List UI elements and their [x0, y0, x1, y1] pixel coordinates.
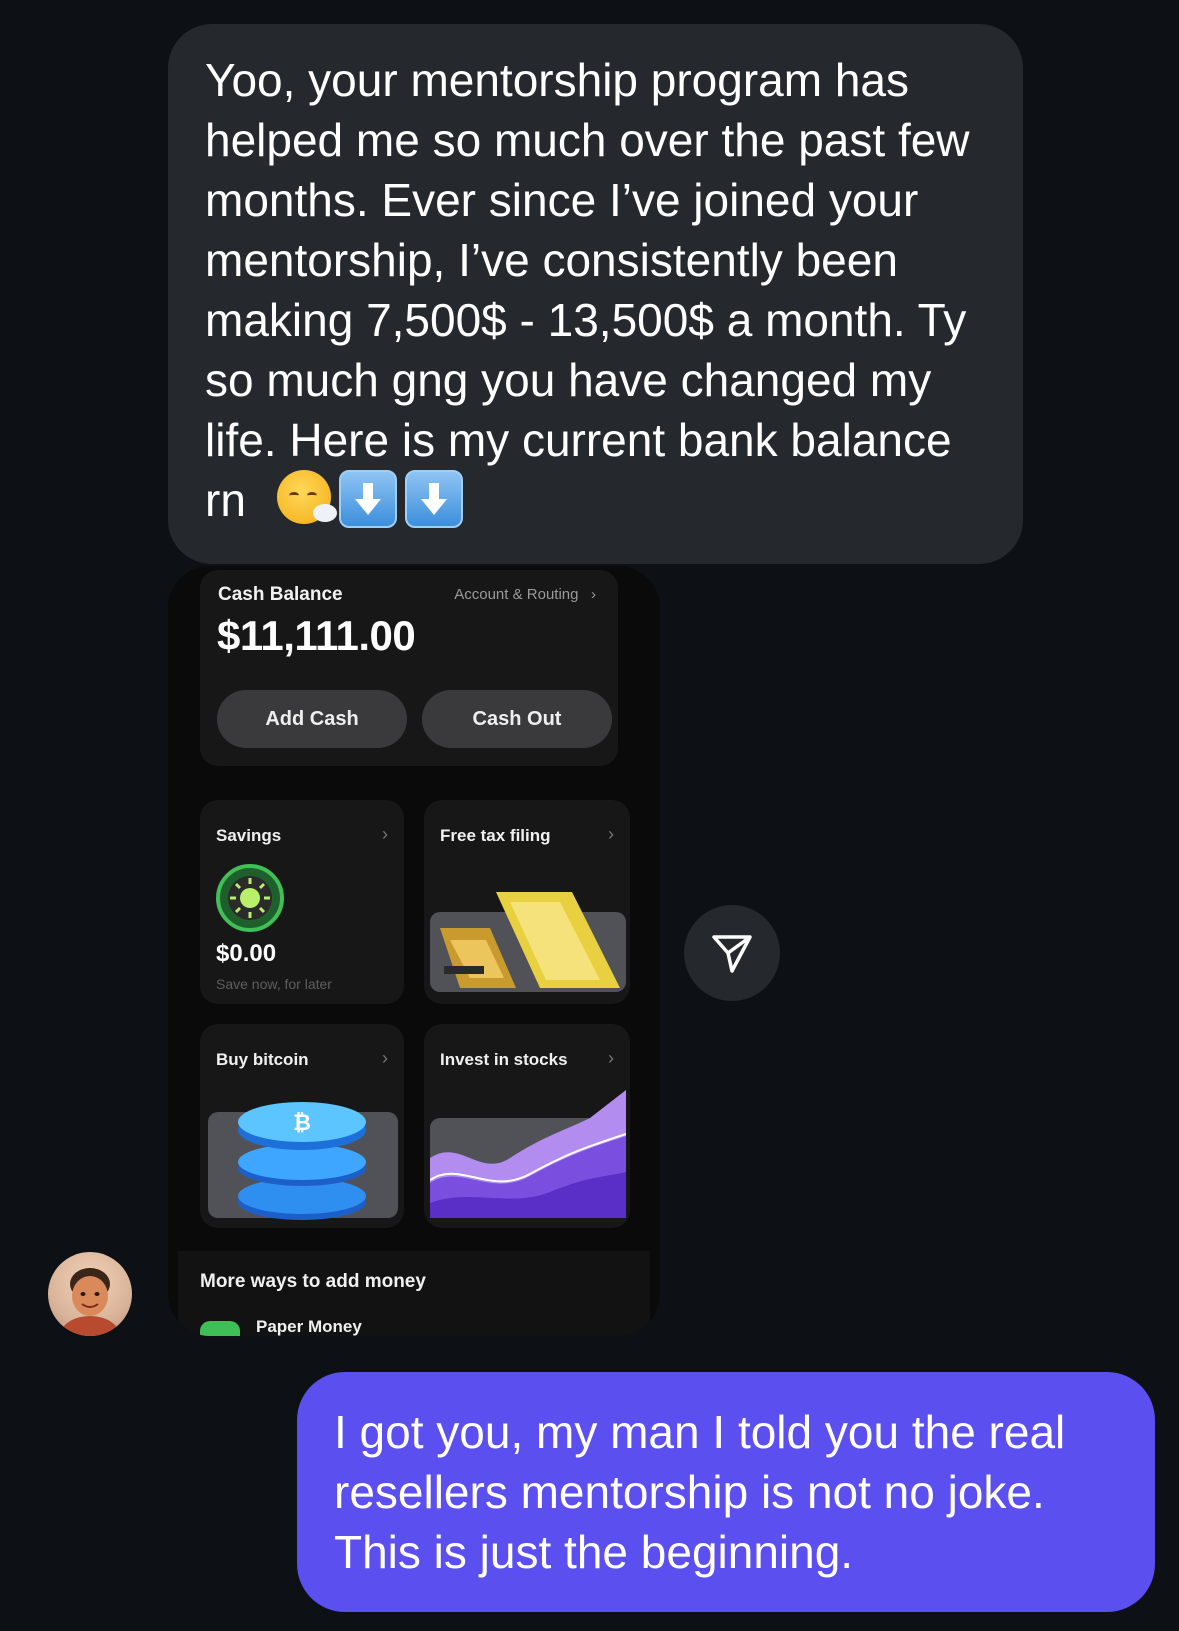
cash-out-button: Cash Out — [422, 690, 612, 748]
savings-amount: $0.00 — [216, 940, 277, 967]
incoming-message: Yoo, your mentorship program has helped … — [205, 50, 1005, 530]
tax-documents-illustration — [430, 892, 626, 992]
down-arrow-emoji — [404, 470, 463, 528]
down-arrow-emoji — [338, 470, 397, 528]
account-routing-label: Account & Routing — [454, 586, 579, 603]
face-exhaling-emoji — [276, 470, 337, 524]
tax-filing-title: Free tax filing — [440, 826, 551, 845]
incoming-message-text: Yoo, your mentorship program has helped … — [205, 54, 970, 526]
chevron-right-icon: › — [382, 824, 388, 844]
stocks-title: Invest in stocks — [440, 1050, 568, 1069]
paper-plane-icon — [712, 935, 752, 973]
emoji-row — [276, 470, 463, 528]
share-button[interactable] — [684, 905, 780, 1001]
savings-title: Savings — [216, 826, 282, 845]
chevron-right-icon: › — [582, 586, 596, 603]
more-ways-label: More ways to add money — [200, 1271, 426, 1292]
chevron-right-icon: › — [608, 1048, 614, 1068]
avatar[interactable] — [48, 1252, 132, 1336]
screenshot-attachment[interactable]: Cash Balance Account & Routing › $11,111… — [168, 566, 660, 1336]
cash-balance-label: Cash Balance — [218, 584, 343, 605]
bitcoin-tile: Buy bitcoin › ₿ — [200, 1024, 404, 1228]
savings-tile: Savings › $0.00 Save now, for later — [200, 800, 404, 1004]
cash-balance-amount: $11,111.00 — [217, 612, 416, 659]
cash-balance-card: Cash Balance Account & Routing › $11,111… — [200, 570, 618, 766]
outgoing-message-text: I got you, my man I told you the real re… — [334, 1406, 1066, 1578]
paper-money-icon — [200, 1321, 240, 1336]
stocks-tile: Invest in stocks › — [424, 1024, 630, 1228]
avatar-image — [60, 1268, 120, 1336]
tax-filing-tile: Free tax filing › — [424, 800, 630, 1004]
paper-money-label: Paper Money — [256, 1317, 362, 1336]
chevron-right-icon: › — [382, 1048, 388, 1068]
more-ways-section: More ways to add money Paper Money — [178, 1251, 650, 1336]
svg-text:₿: ₿ — [293, 1111, 311, 1136]
account-routing-link: Account & Routing › — [454, 586, 596, 603]
bitcoin-coins-illustration: ₿ — [208, 1102, 398, 1220]
add-cash-button: Add Cash — [217, 690, 407, 748]
bitcoin-title: Buy bitcoin — [216, 1050, 309, 1069]
savings-subtitle: Save now, for later — [216, 976, 332, 992]
savings-icon — [216, 864, 284, 932]
chevron-right-icon: › — [608, 824, 614, 844]
stocks-waves-illustration — [430, 1090, 626, 1218]
